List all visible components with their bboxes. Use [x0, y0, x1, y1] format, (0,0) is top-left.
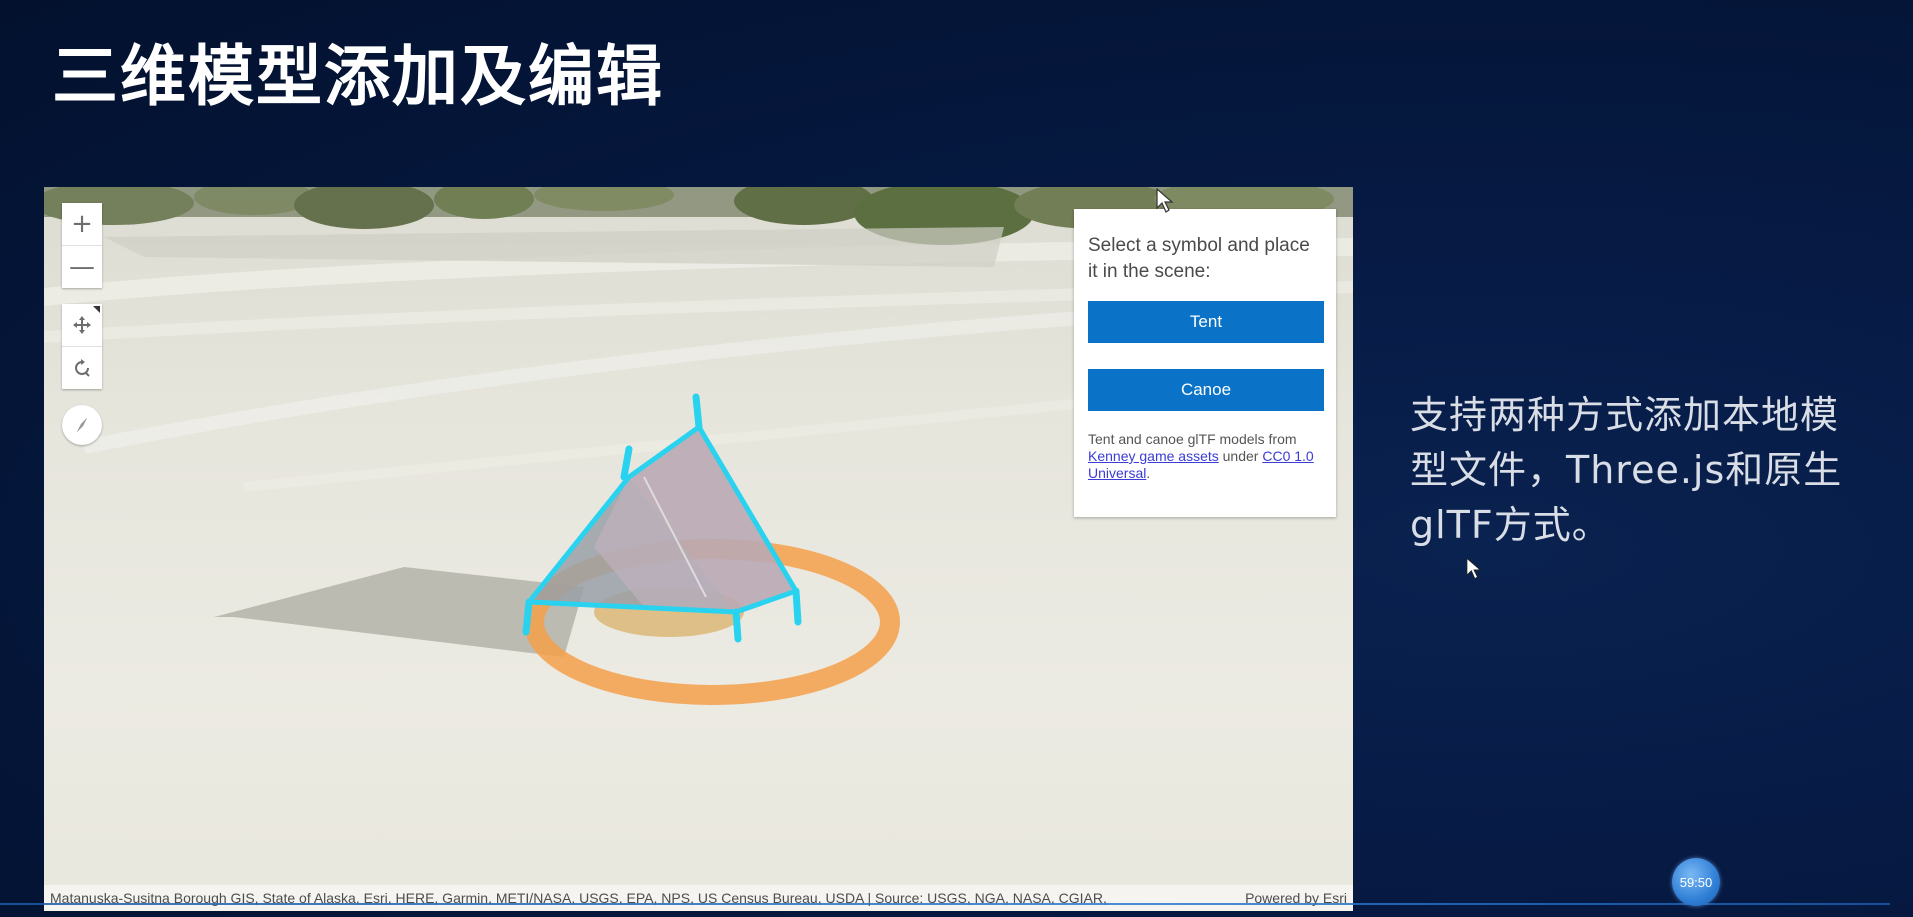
cursor-icon — [1156, 188, 1174, 213]
symbol-panel: Select a symbol and place it in the scen… — [1074, 209, 1336, 517]
scene-viewer[interactable]: + — Select a symbol and place it in the … — [44, 187, 1353, 911]
zoom-in-button[interactable]: + — [62, 203, 102, 245]
slide: 三维模型添加及编辑 + — Select a symbol and place … — [0, 0, 1913, 917]
corner-indicator — [93, 306, 100, 313]
compass-icon — [77, 418, 87, 432]
credit-suffix: . — [1146, 465, 1151, 481]
navigation-mode-controls — [62, 304, 102, 389]
playback-progress-bar[interactable] — [0, 903, 1890, 905]
rotate-button[interactable] — [62, 346, 102, 389]
model-credit: Tent and canoe glTF models from Kenney g… — [1088, 431, 1322, 482]
panel-instructions: Select a symbol and place it in the scen… — [1088, 235, 1310, 282]
compass-button[interactable] — [62, 405, 102, 445]
credit-middle: under — [1218, 448, 1263, 464]
move-icon — [73, 316, 91, 334]
credit-prefix: Tent and canoe glTF models from — [1088, 431, 1297, 447]
pointer-cursor-icon — [1466, 557, 1482, 580]
zoom-controls: + — — [62, 203, 102, 288]
zoom-out-button[interactable]: — — [62, 245, 102, 288]
tent-button[interactable]: Tent — [1088, 301, 1324, 343]
slide-description: 支持两种方式添加本地模型文件，Three.js和原生glTF方式。 — [1410, 393, 1843, 547]
slide-title: 三维模型添加及编辑 — [52, 38, 664, 115]
map-attribution: Matanuska-Susitna Borough GIS, State of … — [44, 885, 1353, 911]
rotate-icon — [75, 359, 90, 377]
playback-timer[interactable]: 59:50 — [1672, 858, 1720, 906]
canoe-button[interactable]: Canoe — [1088, 369, 1324, 411]
kenney-link[interactable]: Kenney game assets — [1088, 448, 1219, 464]
pan-button[interactable] — [62, 304, 102, 346]
